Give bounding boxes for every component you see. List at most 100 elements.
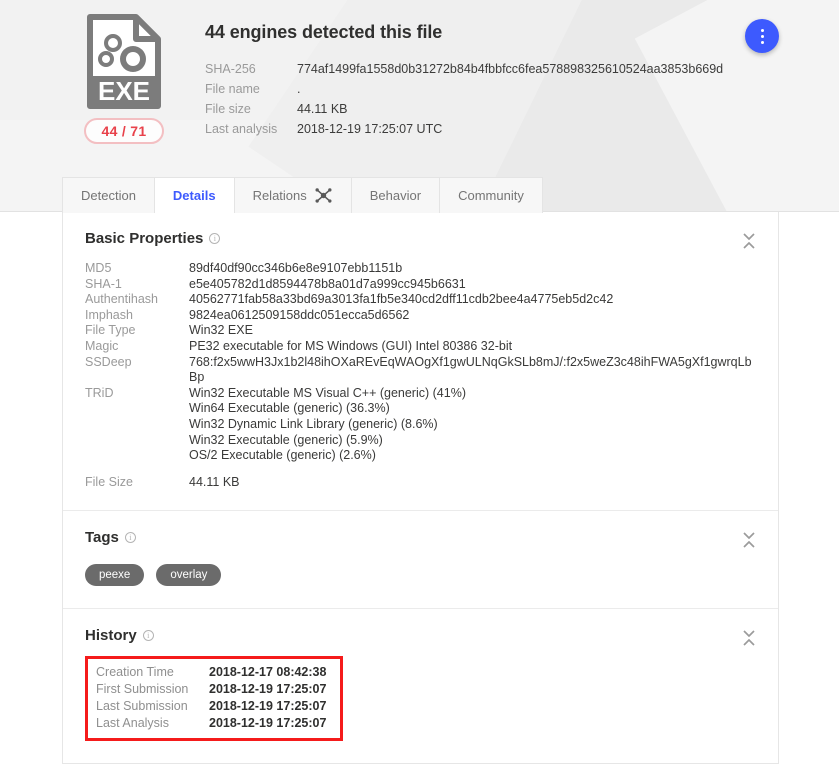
property-row-file-type: File Type Win32 EXE	[85, 323, 756, 339]
property-row-imphash: Imphash 9824ea0612509158ddc051ecca5d6562	[85, 308, 756, 324]
property-value: Win32 EXE	[189, 323, 253, 338]
collapse-tags-button[interactable]	[740, 529, 758, 551]
info-icon[interactable]: i	[142, 630, 154, 642]
tag-chip[interactable]: peexe	[85, 564, 145, 587]
file-type-mark: EXE 44 / 71	[78, 14, 170, 144]
history-value: 2018-12-19 17:25:07	[209, 699, 327, 714]
property-row-ssdeep: SSDeep 768:f2x5wwH3Jx1b2l48ihOXaREvEqWAO…	[85, 355, 756, 386]
history-value: 2018-12-19 17:25:07	[209, 682, 327, 697]
property-row-magic: Magic PE32 executable for MS Windows (GU…	[85, 339, 756, 355]
property-row-sha1: SHA-1 e5e405782d1d8594478b8a01d7a999cc94…	[85, 277, 756, 293]
meta-row-filesize: File size 44.11 KB	[205, 99, 723, 119]
section-title: Tags	[85, 529, 119, 547]
tab-behavior[interactable]: Behavior	[350, 177, 440, 213]
property-label: File Type	[85, 323, 136, 338]
exe-icon-label: EXE	[98, 76, 150, 106]
history-label: Creation Time	[96, 665, 174, 680]
property-label: Imphash	[85, 307, 133, 322]
exe-file-icon: EXE	[84, 14, 164, 109]
tags-header: Tags i	[63, 511, 778, 550]
info-icon[interactable]: i	[209, 233, 221, 244]
property-row-trid: TRiD Win32 Executable MS Visual C++ (gen…	[85, 386, 756, 464]
tab-detection[interactable]: Detection	[62, 177, 154, 213]
meta-row-last-analysis: Last analysis 2018-12-19 17:25:07 UTC	[205, 119, 723, 139]
property-value: 9824ea0612509158ddc051ecca5d6562	[189, 307, 410, 322]
property-value: 40562771fab58a33bd69a3013fa1fb5e340cd2df…	[189, 292, 614, 307]
history-label: Last Analysis	[96, 716, 169, 731]
trid-value-list: Win32 Executable MS Visual C++ (generic)…	[189, 386, 466, 464]
property-value: PE32 executable for MS Windows (GUI) Int…	[189, 338, 513, 353]
chevron-down-icon	[743, 532, 755, 540]
trid-entry: Win32 Executable MS Visual C++ (generic)…	[189, 385, 466, 400]
tags-panel: Tags i peexe overlay	[63, 511, 778, 610]
property-label: MD5	[85, 261, 112, 275]
chevron-up-icon	[743, 639, 755, 646]
history-list-wrapper: Creation Time 2018-12-17 08:42:38 First …	[63, 648, 778, 763]
chevron-down-icon	[743, 233, 755, 240]
property-label: File Size	[85, 474, 133, 489]
trid-entry: Win32 Executable (generic) (5.9%)	[189, 432, 383, 447]
meta-label: SHA-256	[205, 62, 256, 76]
property-value: 768:f2x5wwH3Jx1b2l48ihOXaREvEqWAOgXf1gwU…	[189, 354, 752, 385]
report-tabs: Detection Details Relations Behavior Com…	[62, 177, 543, 213]
meta-value: 2018-12-19 17:25:07 UTC	[297, 122, 443, 136]
history-row-creation-time: Creation Time 2018-12-17 08:42:38	[96, 664, 326, 681]
kebab-dot-icon	[760, 28, 764, 32]
history-header: History i	[63, 609, 778, 648]
detection-headline: 44 engines detected this file	[205, 22, 443, 42]
property-value: e5e405782d1d8594478b8a01d7a999cc945b6631	[189, 276, 466, 291]
chevron-up-icon	[743, 242, 755, 249]
section-title: Basic Properties	[85, 230, 204, 247]
virustotal-file-report-page: EXE 44 / 71 44 engines detected this fil…	[0, 0, 839, 774]
trid-entry: Win32 Dynamic Link Library (generic) (8.…	[189, 416, 438, 431]
property-label: TRiD	[85, 385, 114, 400]
meta-label: File size	[205, 102, 251, 116]
meta-row-sha256: SHA-256 774af1499fa1558d0b31272b84b4fbbf…	[205, 59, 723, 79]
more-actions-button[interactable]	[745, 19, 779, 53]
tab-label: Detection	[81, 188, 136, 203]
property-label: Magic	[85, 338, 119, 353]
collapse-history-button[interactable]	[740, 627, 758, 649]
tab-label: Community	[458, 188, 524, 203]
tab-details[interactable]: Details	[153, 177, 234, 213]
property-label: SHA-1	[85, 276, 122, 291]
file-summary: 44 engines detected this file SHA-256 77…	[205, 22, 723, 139]
network-graph-icon	[315, 188, 332, 203]
tag-chip[interactable]: overlay	[156, 564, 222, 587]
meta-value: 774af1499fa1558d0b31272b84b4fbbfcc6fea57…	[297, 62, 724, 76]
property-row-authentihash: Authentihash 40562771fab58a33bd69a3013fa…	[85, 292, 756, 308]
basic-properties-list: MD5 89df40df90cc346b6e8e9107ebb1151b SHA…	[63, 251, 778, 510]
tab-label: Details	[172, 188, 216, 203]
history-row-first-submission: First Submission 2018-12-19 17:25:07	[96, 681, 326, 698]
kebab-dot-icon	[760, 34, 764, 38]
history-row-last-analysis: Last Analysis 2018-12-19 17:25:07	[96, 715, 326, 732]
kebab-dot-icon	[760, 40, 764, 44]
collapse-basic-properties-button[interactable]	[740, 230, 758, 252]
detection-ratio-badge: 44 / 71	[84, 118, 164, 144]
section-title: History	[85, 627, 137, 645]
trid-entry: Win64 Executable (generic) (36.3%)	[189, 401, 390, 416]
property-row-md5: MD5 89df40df90cc346b6e8e9107ebb1151b	[85, 261, 756, 277]
meta-label: File name	[205, 82, 260, 96]
history-label: Last Submission	[96, 699, 188, 714]
meta-value: 44.11 KB	[297, 102, 348, 116]
tab-community[interactable]: Community	[439, 177, 543, 213]
details-content-card: Basic Properties i MD5 89df40df90cc346b6…	[62, 212, 779, 765]
chevron-down-icon	[743, 630, 755, 638]
history-annotation-box: Creation Time 2018-12-17 08:42:38 First …	[85, 656, 344, 742]
tab-relations[interactable]: Relations	[233, 177, 351, 213]
history-value: 2018-12-19 17:25:07	[209, 716, 327, 731]
history-panel: History i Creation Time 2018-12-17 08:42…	[63, 609, 778, 763]
trid-entry: OS/2 Executable (generic) (2.6%)	[189, 448, 376, 463]
property-label: SSDeep	[85, 354, 132, 369]
property-label: Authentihash	[85, 292, 158, 307]
history-value: 2018-12-17 08:42:38	[209, 665, 327, 680]
chevron-up-icon	[743, 541, 755, 548]
property-value: 44.11 KB	[189, 474, 240, 489]
meta-value: .	[297, 82, 301, 96]
tab-label: Behavior	[369, 188, 422, 203]
history-row-last-submission: Last Submission 2018-12-19 17:25:07	[96, 698, 326, 715]
info-icon[interactable]: i	[124, 532, 136, 544]
basic-properties-panel: Basic Properties i MD5 89df40df90cc346b6…	[63, 212, 778, 512]
tag-list: peexe overlay	[63, 550, 778, 608]
